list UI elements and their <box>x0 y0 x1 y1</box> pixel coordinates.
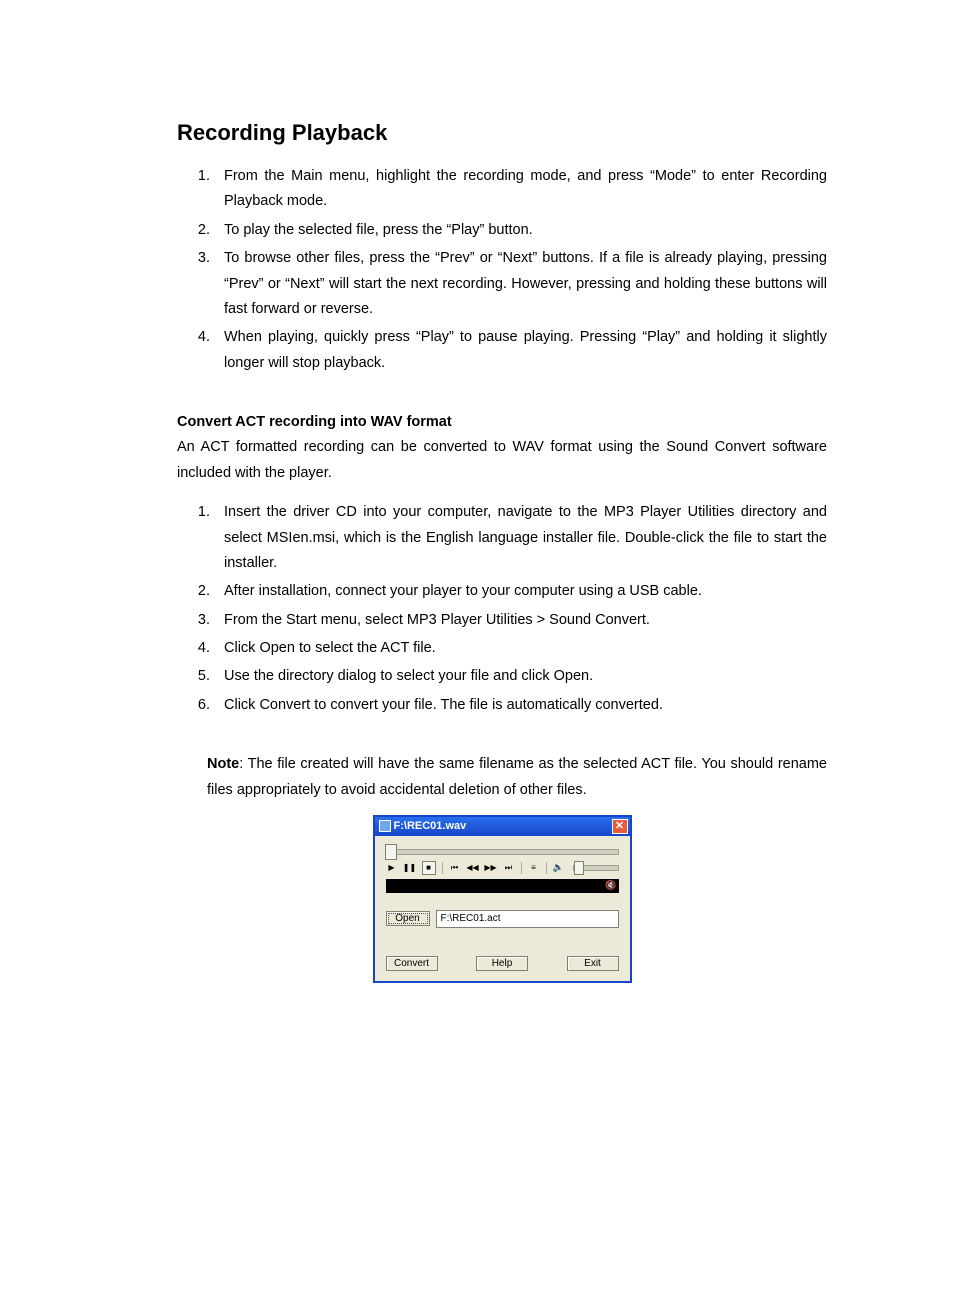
list-item: Click Convert to convert your file. The … <box>214 693 827 718</box>
separator <box>521 862 522 874</box>
file-path-field[interactable]: F:\REC01.act <box>436 910 619 928</box>
volume-thumb[interactable] <box>574 861 584 875</box>
close-icon: ✕ <box>615 821 624 832</box>
skip-prev-icon[interactable]: ⏮ <box>449 862 461 874</box>
window-titlebar[interactable]: F:\REC01.wav ✕ <box>375 817 630 836</box>
speaker-icon[interactable]: 🔈 <box>553 862 565 874</box>
rewind-icon[interactable]: ◀◀ <box>467 862 479 874</box>
list-item: To play the selected file, press the “Pl… <box>214 218 827 243</box>
display-bar: 🔇 <box>386 879 619 893</box>
seek-thumb[interactable] <box>385 844 397 860</box>
fast-forward-icon[interactable]: ▶▶ <box>485 862 497 874</box>
skip-next-icon[interactable]: ⏭ <box>503 862 515 874</box>
close-button[interactable]: ✕ <box>612 819 628 834</box>
pause-icon[interactable]: ❚❚ <box>404 862 416 874</box>
list-item: Click Open to select the ACT file. <box>214 636 827 661</box>
app-icon <box>379 820 391 832</box>
playlist-icon[interactable]: ≡ <box>528 862 540 874</box>
list-item: When playing, quickly press “Play” to pa… <box>214 325 827 376</box>
separator <box>442 862 443 874</box>
note-label: Note <box>207 756 239 772</box>
mute-icon[interactable]: 🔇 <box>605 880 616 891</box>
convert-steps-list: Insert the driver CD into your computer,… <box>186 500 827 718</box>
list-item: Insert the driver CD into your computer,… <box>214 500 827 576</box>
playback-steps-list: From the Main menu, highlight the record… <box>186 164 827 376</box>
list-item: Use the directory dialog to select your … <box>214 664 827 689</box>
convert-intro: An ACT formatted recording can be conver… <box>177 435 827 486</box>
exit-button[interactable]: Exit <box>567 956 619 971</box>
seek-slider[interactable] <box>386 849 619 855</box>
list-item: After installation, connect your player … <box>214 579 827 604</box>
page-heading: Recording Playback <box>177 120 827 146</box>
window-title: F:\REC01.wav <box>394 820 467 832</box>
convert-button[interactable]: Convert <box>386 956 438 971</box>
open-button[interactable]: Open <box>386 911 430 926</box>
volume-slider[interactable] <box>573 865 619 871</box>
list-item: From the Start menu, select MP3 Player U… <box>214 608 827 633</box>
separator <box>546 862 547 874</box>
stop-icon[interactable]: ■ <box>422 861 436 875</box>
note-body: : The file created will have the same fi… <box>207 756 827 797</box>
list-item: From the Main menu, highlight the record… <box>214 164 827 215</box>
convert-subheading: Convert ACT recording into WAV format <box>177 410 827 435</box>
help-button[interactable]: Help <box>476 956 528 971</box>
note-paragraph: Note: The file created will have the sam… <box>207 752 827 803</box>
play-icon[interactable]: ▶ <box>386 862 398 874</box>
list-item: To browse other files, press the “Prev” … <box>214 246 827 322</box>
sound-convert-window: F:\REC01.wav ✕ ▶ ❚❚ ■ ⏮ ◀◀ ▶▶ ⏭ ≡ <box>373 815 632 983</box>
